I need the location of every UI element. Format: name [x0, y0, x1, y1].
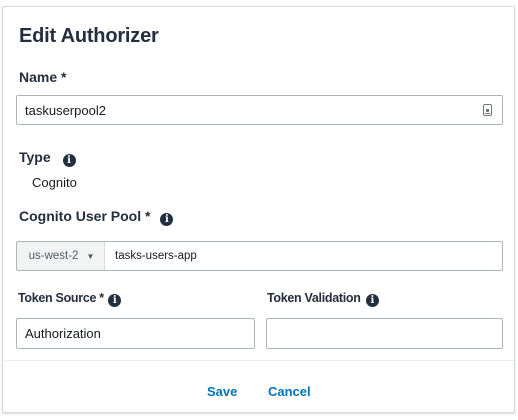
token-validation-input[interactable]: [266, 318, 503, 349]
token-source-value: Authorization: [25, 326, 101, 341]
user-pool-input[interactable]: tasks-users-app: [105, 250, 197, 262]
dialog-title: Edit Authorizer: [19, 25, 159, 47]
name-label: Name *: [19, 69, 67, 85]
cancel-button[interactable]: Cancel: [268, 384, 311, 399]
info-icon[interactable]: i: [108, 294, 122, 307]
region-select[interactable]: us-west-2 ▼: [17, 242, 105, 270]
token-validation-label: Token Validation: [267, 291, 361, 305]
token-source-label-row: Token Source * i: [18, 291, 122, 307]
name-input-value: taskuserpool2: [25, 102, 106, 118]
user-pool-field: us-west-2 ▼ tasks-users-app: [16, 241, 503, 271]
type-label-row: Type i: [19, 149, 76, 167]
edit-authorizer-dialog: Edit Authorizer Name * taskuserpool2 Typ…: [2, 6, 515, 413]
token-source-input[interactable]: Authorization: [16, 318, 255, 349]
info-icon[interactable]: i: [62, 154, 76, 167]
info-icon[interactable]: i: [160, 213, 174, 226]
footer-divider: [3, 360, 514, 361]
token-source-label: Token Source *: [18, 291, 104, 305]
save-button[interactable]: Save: [207, 384, 237, 399]
region-value: us-west-2: [28, 250, 79, 262]
user-pool-label-row: Cognito User Pool * i: [19, 208, 174, 226]
name-input[interactable]: taskuserpool2: [16, 95, 503, 125]
user-pool-label: Cognito User Pool *: [19, 208, 151, 224]
keyboard-icon[interactable]: [483, 104, 492, 116]
info-icon[interactable]: i: [365, 294, 379, 307]
token-validation-label-row: Token Validation i: [267, 291, 379, 307]
type-label: Type: [19, 149, 51, 165]
type-value: Cognito: [32, 175, 77, 190]
chevron-down-icon: ▼: [86, 251, 95, 261]
